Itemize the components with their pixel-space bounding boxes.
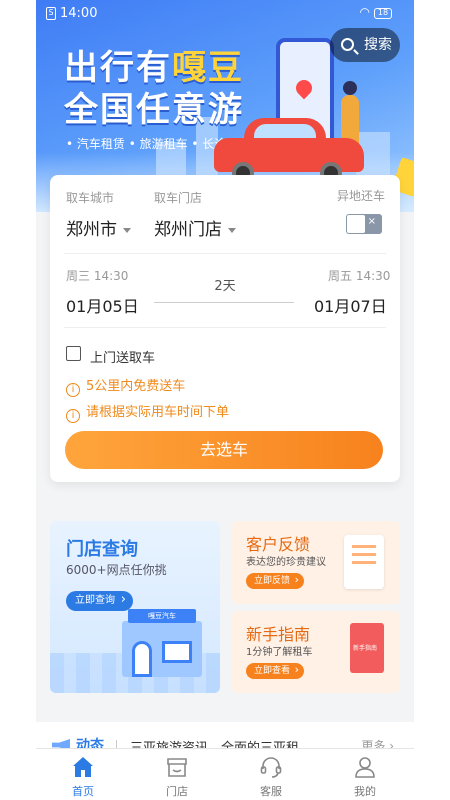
store-illustration: 嘎豆汽车 <box>122 609 202 677</box>
feedback-illustration <box>344 535 384 589</box>
store-sign: 嘎豆汽车 <box>128 609 196 623</box>
return-elsewhere-toggle[interactable]: × <box>346 214 382 234</box>
choose-car-button[interactable]: 去选车 <box>65 431 383 469</box>
guide-tile[interactable]: 新手指南 1分钟了解租车 立即查看 <box>232 611 400 693</box>
store-finder-title: 门店查询 <box>66 539 138 560</box>
booking-card: 取车城市 郑州市 取车门店 郑州门店 异地还车 × 周三 14:30 01月05… <box>50 175 400 482</box>
notice-order-time: i 请根据实际用车时间下单 <box>66 401 229 423</box>
city-select[interactable]: 郑州市 <box>66 215 131 240</box>
start-date-picker[interactable]: 01月05日 <box>66 293 139 317</box>
sim-icon: S <box>46 7 56 20</box>
feedback-button[interactable]: 立即反馈 <box>246 572 305 589</box>
status-bar: S 14:00 ◠ 18 <box>36 0 414 28</box>
divider <box>64 327 386 328</box>
status-time: 14:00 <box>60 6 98 21</box>
headset-icon <box>260 757 282 778</box>
search-button[interactable]: 搜索 <box>330 28 400 62</box>
bottom-tab-bar: 首页 门店 客服 我的 <box>36 748 414 800</box>
feedback-subtitle: 表达您的珍贵建议 <box>246 557 326 568</box>
feedback-title: 客户反馈 <box>246 535 311 554</box>
toggle-knob <box>347 215 365 233</box>
app-screen: 出行有嘎豆 全国任意游 • 汽车租赁 • 旅游租车 • 长途租车 S 14:00… <box>36 0 414 800</box>
info-icon: i <box>66 409 80 423</box>
search-label: 搜索 <box>364 37 392 53</box>
tab-label: 客服 <box>260 785 282 798</box>
car-illustration <box>214 118 364 184</box>
search-icon <box>341 38 354 51</box>
guide-title: 新手指南 <box>246 625 311 644</box>
divider <box>64 253 386 254</box>
feedback-tile[interactable]: 客户反馈 表达您的珍贵建议 立即反馈 <box>232 521 400 604</box>
store-label: 取车门店 <box>154 191 203 205</box>
guide-button[interactable]: 立即查看 <box>246 662 305 679</box>
notice-free-delivery: i 5公里内免费送车 <box>66 375 185 397</box>
delivery-checkbox[interactable] <box>66 346 81 361</box>
store-finder-subtitle: 6000+网点任你挑 <box>66 563 167 577</box>
rental-duration: 2天 <box>214 279 236 294</box>
duration-line <box>154 302 294 303</box>
close-icon: × <box>367 216 376 227</box>
delivery-checkbox-label: 上门送取车 <box>90 351 156 366</box>
wifi-icon: ◠ <box>359 5 370 19</box>
guide-book-illustration <box>350 623 384 673</box>
home-icon <box>73 757 93 777</box>
store-query-button[interactable]: 立即查询 <box>66 590 133 611</box>
tab-label: 我的 <box>354 785 376 798</box>
battery-icon: 18 <box>374 8 392 19</box>
return-elsewhere-label: 异地还车 <box>337 189 386 203</box>
tab-label: 首页 <box>72 785 94 798</box>
end-weekday-time: 周五 14:30 <box>328 269 391 283</box>
tab-home[interactable]: 首页 <box>36 749 130 800</box>
tab-store[interactable]: 门店 <box>130 749 224 800</box>
start-weekday-time: 周三 14:30 <box>66 269 129 283</box>
chevron-down-icon <box>123 227 131 233</box>
end-date-picker[interactable]: 01月07日 <box>314 293 387 317</box>
tab-mine[interactable]: 我的 <box>318 749 412 800</box>
city-label: 取车城市 <box>66 191 115 205</box>
store-select[interactable]: 郑州门店 <box>154 215 236 240</box>
tab-label: 门店 <box>166 785 188 798</box>
store-icon <box>167 758 187 777</box>
chevron-down-icon <box>228 227 236 233</box>
store-finder-tile[interactable]: 门店查询 6000+网点任你挑 立即查询 嘎豆汽车 <box>50 521 220 693</box>
info-icon: i <box>66 383 80 397</box>
guide-subtitle: 1分钟了解租车 <box>246 647 313 658</box>
tab-service[interactable]: 客服 <box>224 749 318 800</box>
user-icon <box>355 757 375 778</box>
